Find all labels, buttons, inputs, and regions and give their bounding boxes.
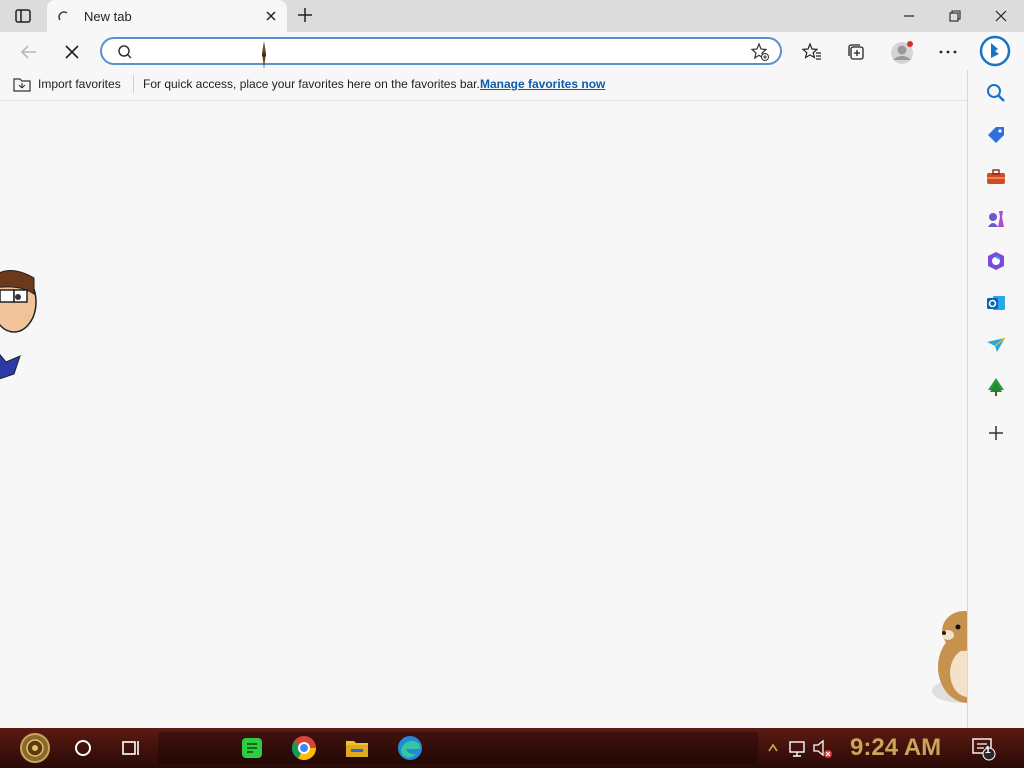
back-arrow-icon	[20, 45, 36, 59]
add-icon	[989, 426, 1003, 440]
tab-new-tab[interactable]: New tab	[47, 0, 287, 32]
tools-icon	[987, 169, 1005, 184]
search-icon	[118, 45, 132, 59]
new-tab-button[interactable]	[296, 6, 314, 24]
spotify-like-app-icon[interactable]	[238, 732, 266, 764]
sidebar-search-button[interactable]	[985, 82, 1007, 104]
office-icon	[988, 252, 1004, 270]
profile-avatar-icon	[891, 41, 913, 64]
sidebar-tree-button[interactable]	[985, 376, 1007, 398]
start-button-icon[interactable]	[10, 732, 60, 764]
notification-count-badge: 1	[985, 745, 991, 756]
action-center-icon[interactable]	[970, 732, 998, 764]
close-window-button[interactable]	[978, 0, 1024, 32]
tab-actions-icon[interactable]	[14, 7, 32, 25]
import-favorites-icon[interactable]	[13, 76, 31, 92]
favorites-star-icon	[801, 42, 821, 60]
edge-icon[interactable]	[396, 732, 424, 764]
volume-muted-icon[interactable]	[811, 732, 833, 764]
cartoon-character-sticker	[0, 270, 37, 380]
show-hidden-icons-icon[interactable]	[766, 732, 780, 764]
address-input[interactable]	[146, 41, 730, 63]
import-favorites-link[interactable]: Import favorites	[38, 77, 121, 91]
profile-button[interactable]	[890, 41, 913, 64]
tab-title: New tab	[84, 9, 132, 24]
manage-favorites-link[interactable]: Manage favorites now	[480, 77, 605, 91]
more-dots-icon	[939, 50, 957, 54]
navigation-toolbar	[0, 32, 1024, 70]
title-bar: New tab	[0, 0, 1024, 32]
search-icon	[987, 84, 1005, 102]
sidebar-send-button[interactable]	[985, 334, 1007, 356]
bing-icon	[979, 35, 1011, 67]
tab-close-icon[interactable]	[264, 9, 278, 23]
page-content	[0, 101, 967, 727]
settings-more-button[interactable]	[937, 41, 959, 63]
close-icon	[995, 10, 1007, 22]
favorites-button[interactable]	[801, 41, 823, 63]
sidebar-games-button[interactable]	[985, 208, 1007, 230]
stop-icon	[65, 45, 79, 59]
loading-spinner-icon	[58, 9, 69, 21]
stop-loading-button[interactable]	[61, 41, 83, 63]
back-button[interactable]	[18, 41, 40, 63]
favorites-bar: Import favorites For quick access, place…	[0, 70, 968, 101]
file-explorer-icon[interactable]	[343, 732, 371, 764]
taskbar: 9:24 AM 1	[0, 728, 1024, 768]
sidebar-tools-button[interactable]	[985, 166, 1007, 188]
task-view-icon[interactable]	[120, 732, 142, 764]
restore-button[interactable]	[932, 0, 978, 32]
games-icon	[988, 211, 1004, 227]
cortana-icon[interactable]	[72, 732, 94, 764]
chrome-icon[interactable]	[290, 732, 318, 764]
address-bar[interactable]	[100, 37, 782, 65]
outlook-icon	[987, 296, 1005, 310]
collections-icon	[848, 44, 864, 60]
bing-chat-button[interactable]	[978, 34, 1012, 68]
collections-button[interactable]	[845, 41, 867, 63]
sidebar-add-button[interactable]	[985, 422, 1007, 444]
sidebar-outlook-button[interactable]	[985, 292, 1007, 314]
shopping-tag-icon	[988, 127, 1004, 143]
restore-icon	[949, 10, 961, 22]
favorites-divider	[133, 75, 134, 93]
sidebar-shopping-button[interactable]	[985, 124, 1007, 146]
text-cursor-icon	[262, 41, 266, 69]
add-favorite-icon[interactable]	[750, 42, 770, 62]
minimize-button[interactable]	[886, 0, 932, 32]
send-icon	[987, 337, 1006, 352]
sidebar-office-button[interactable]	[985, 250, 1007, 272]
minimize-icon	[904, 15, 914, 17]
tree-icon	[988, 378, 1004, 396]
favorites-hint-text: For quick access, place your favorites h…	[143, 77, 480, 91]
network-icon[interactable]	[787, 732, 807, 764]
taskbar-clock[interactable]: 9:24 AM	[850, 734, 941, 762]
